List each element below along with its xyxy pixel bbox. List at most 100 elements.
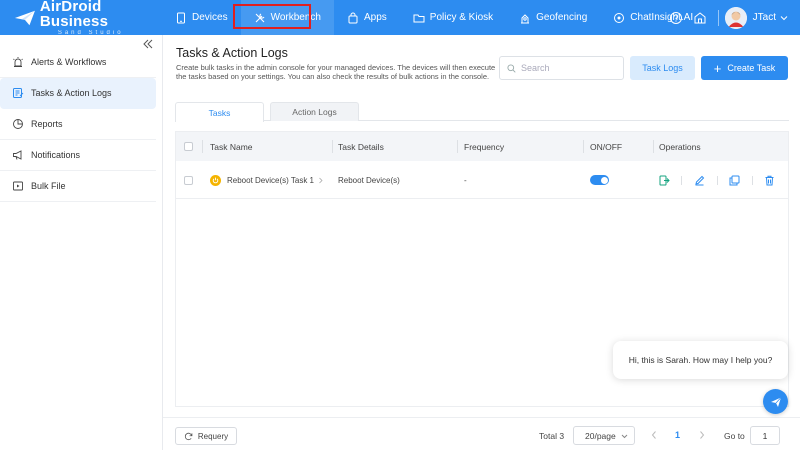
goto-page-input[interactable]: 1: [750, 426, 780, 445]
delete-icon[interactable]: [764, 175, 775, 186]
main-content: Tasks & Action Logs Create bulk tasks in…: [163, 35, 800, 450]
table-footer: Requery Total 3 20/page 1 Go to 1: [163, 417, 800, 450]
user-area: JTact: [664, 0, 800, 35]
column-divider: [583, 140, 584, 153]
next-page-icon[interactable]: [698, 430, 706, 440]
column-task-details: Task Details: [338, 141, 384, 152]
table-header: Task Name Task Details Frequency ON/OFF …: [176, 132, 788, 161]
task-name-cell[interactable]: Reboot Device(s) Task 1: [210, 161, 324, 199]
sidebar: Alerts & Workflows Tasks & Action Logs R…: [0, 35, 163, 450]
total-count: Total 3: [539, 431, 565, 441]
column-on-off: ON/OFF: [590, 141, 623, 152]
nav-devices-label: Devices: [192, 12, 228, 23]
sidebar-item-bulk-file[interactable]: Bulk File: [0, 171, 156, 202]
chevron-down-icon: [621, 434, 628, 439]
on-off-cell: [590, 161, 609, 199]
task-logs-button[interactable]: Task Logs: [630, 56, 695, 80]
search-box[interactable]: [499, 56, 624, 80]
brand-logo[interactable]: AirDroid Business Sand Studio: [0, 0, 162, 36]
avatar[interactable]: [724, 6, 747, 29]
nav-policy-kiosk[interactable]: Policy & Kiosk: [400, 0, 506, 35]
task-name: Reboot Device(s) Task 1: [227, 175, 314, 185]
nav-apps[interactable]: Apps: [334, 0, 400, 35]
tablet-icon: [177, 12, 185, 23]
page-size-select[interactable]: 20/page: [573, 426, 635, 445]
sidebar-menu: Alerts & Workflows Tasks & Action Logs R…: [0, 47, 162, 202]
geofence-icon: [521, 13, 530, 23]
operation-divider: [681, 176, 682, 185]
select-all-checkbox[interactable]: [184, 142, 193, 151]
chat-launcher-button[interactable]: [763, 389, 788, 414]
column-divider: [457, 140, 458, 153]
power-icon: [210, 174, 221, 186]
chat-ai-icon: [614, 12, 625, 23]
page-description: Create bulk tasks in the admin console f…: [176, 63, 496, 81]
alert-icon: [13, 57, 23, 67]
page-title: Tasks & Action Logs: [176, 46, 288, 60]
chevron-down-icon[interactable]: [780, 14, 788, 22]
frequency-cell: -: [464, 175, 467, 185]
create-task-label: Create Task: [727, 63, 776, 73]
current-page[interactable]: 1: [675, 430, 680, 440]
nav-workbench-label: Workbench: [270, 12, 321, 23]
nav-devices[interactable]: Devices: [162, 0, 241, 35]
sidebar-item-label: Reports: [31, 119, 63, 129]
file-icon: [13, 181, 23, 191]
sidebar-item-notifications[interactable]: Notifications: [0, 140, 156, 171]
tab-action-logs[interactable]: Action Logs: [270, 102, 359, 121]
tools-icon: [255, 13, 265, 22]
sidebar-item-alerts-workflows[interactable]: Alerts & Workflows: [0, 47, 156, 78]
page-size-value: 20/page: [585, 430, 616, 441]
chevron-right-icon: [319, 177, 323, 183]
copy-icon[interactable]: [729, 175, 740, 186]
column-frequency: Frequency: [464, 141, 505, 152]
tab-bar: Tasks Action Logs: [175, 101, 789, 122]
nav-geofencing-label: Geofencing: [536, 12, 588, 23]
task-details-cell: Reboot Device(s): [338, 175, 400, 185]
main-nav: Devices Workbench Apps Policy & Kiosk Ge…: [162, 0, 706, 35]
operation-divider: [717, 176, 718, 185]
column-operations: Operations: [659, 141, 701, 152]
operation-divider: [752, 176, 753, 185]
organization-icon[interactable]: [693, 11, 707, 25]
row-checkbox[interactable]: [184, 176, 193, 185]
create-task-button[interactable]: + Create Task: [701, 56, 788, 80]
requery-label: Requery: [197, 431, 229, 441]
requery-button[interactable]: Requery: [175, 427, 237, 445]
prev-page-icon[interactable]: [650, 430, 658, 440]
megaphone-icon: [13, 150, 22, 160]
brand-title: AirDroid Business: [39, 0, 109, 30]
run-task-icon[interactable]: [659, 175, 670, 186]
folder-icon: [413, 14, 425, 22]
send-icon: [770, 396, 781, 407]
airdroid-logo-icon: [14, 10, 35, 25]
reports-icon: [13, 119, 23, 129]
help-icon[interactable]: [669, 11, 683, 25]
apps-icon: [348, 12, 358, 23]
column-task-name: Task Name: [210, 141, 253, 152]
chat-message-bubble[interactable]: Hi, this is Sarah. How may I help you?: [613, 341, 788, 379]
nav-apps-label: Apps: [363, 12, 387, 23]
column-divider: [653, 140, 654, 153]
task-toggle[interactable]: [590, 175, 609, 185]
goto-label: Go to: [724, 431, 745, 441]
sidebar-item-tasks-action-logs[interactable]: Tasks & Action Logs: [0, 78, 156, 109]
edit-icon[interactable]: [694, 175, 705, 186]
top-navigation-bar: AirDroid Business Sand Studio Devices Wo…: [0, 0, 800, 36]
tasks-icon: [13, 88, 24, 98]
sidebar-item-reports[interactable]: Reports: [0, 109, 156, 140]
search-input[interactable]: [521, 63, 621, 73]
search-icon: [507, 63, 516, 73]
table-row[interactable]: Reboot Device(s) Task 1 Reboot Device(s)…: [176, 161, 788, 199]
column-divider: [202, 140, 203, 153]
nav-policy-kiosk-label: Policy & Kiosk: [429, 12, 494, 23]
sidebar-item-label: Notifications: [31, 150, 81, 160]
tab-tasks[interactable]: Tasks: [175, 102, 264, 122]
user-name[interactable]: JTact: [753, 12, 776, 23]
user-divider: [717, 9, 719, 26]
nav-workbench[interactable]: Workbench: [240, 0, 334, 35]
sidebar-item-label: Bulk File: [31, 181, 66, 191]
sidebar-item-label: Tasks & Action Logs: [31, 88, 112, 98]
nav-geofencing[interactable]: Geofencing: [506, 0, 600, 35]
avatar-icon: [724, 6, 747, 29]
